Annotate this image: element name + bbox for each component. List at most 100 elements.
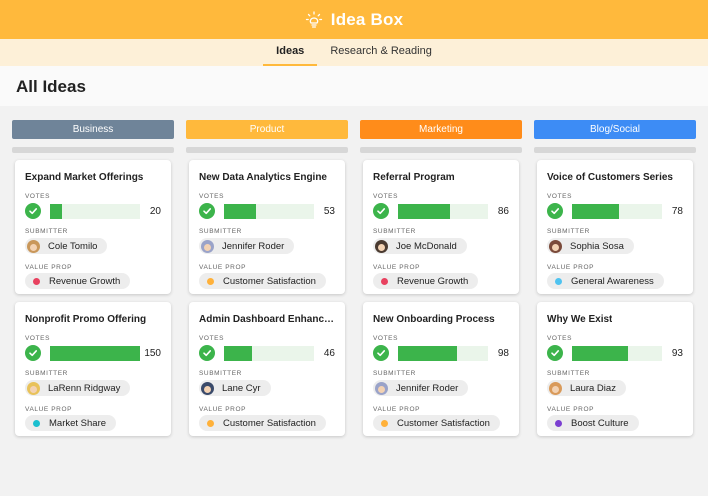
votes-label: VOTES (373, 193, 399, 200)
idea-card[interactable]: Why We Exist VOTES 93 SUBMITTER Laura Diaz VA… (537, 302, 693, 436)
idea-card[interactable]: Referral Program VOTES 86 SUBMITTER Joe McDo… (363, 160, 519, 294)
submitter-label: SUBMITTER (199, 370, 242, 377)
votes-bar-fill (398, 346, 457, 361)
submitter-name: Cole Tomilo (48, 240, 98, 252)
submitter-chip[interactable]: Sophia Sosa (547, 238, 634, 254)
submitter-name: Jennifer Roder (222, 240, 285, 252)
avatar (375, 381, 388, 395)
submitter-chip[interactable]: Jennifer Roder (373, 380, 469, 396)
tab-bar: Ideas Research & Reading (0, 39, 708, 66)
tab-research-reading[interactable]: Research & Reading (317, 39, 445, 66)
value-prop-chip[interactable]: Boost Culture (547, 415, 639, 431)
idea-card[interactable]: Voice of Customers Series VOTES 78 SUBMITTE… (537, 160, 693, 294)
votes-label: VOTES (25, 335, 51, 342)
submitter-name: Laura Diaz (570, 382, 616, 394)
vote-check-icon[interactable] (25, 203, 41, 219)
submitter-chip[interactable]: Joe McDonald (373, 238, 467, 254)
votes-bar (398, 346, 488, 361)
tab-ideas[interactable]: Ideas (263, 39, 318, 66)
votes-label: VOTES (199, 193, 225, 200)
votes-bar-fill (224, 346, 252, 361)
value-prop-label: VALUE PROP (547, 264, 595, 271)
votes-bar (224, 346, 314, 361)
idea-card[interactable]: Nonprofit Promo Offering VOTES 150 SUBMITTE… (15, 302, 171, 436)
value-prop-dot-icon (33, 277, 40, 285)
votes-label: VOTES (199, 335, 225, 342)
votes-count: 150 (144, 348, 161, 359)
idea-card[interactable]: Admin Dashboard Enhancements VOTES 46 SUBMI… (189, 302, 345, 436)
column-header-business[interactable]: Business (12, 120, 174, 139)
value-prop-dot-icon (555, 419, 562, 427)
column-header-marketing[interactable]: Marketing (360, 120, 522, 139)
vote-check-icon[interactable] (199, 203, 215, 219)
lightbulb-icon (305, 10, 322, 28)
votes-bar-fill (572, 346, 628, 361)
votes-count: 20 (149, 206, 161, 217)
submitter-chip[interactable]: Jennifer Roder (199, 238, 295, 254)
value-prop-dot-icon (33, 419, 40, 427)
avatar (201, 239, 214, 253)
vote-check-icon[interactable] (199, 345, 215, 361)
value-prop-label: VALUE PROP (547, 406, 595, 413)
value-prop-label: VALUE PROP (373, 264, 421, 271)
idea-title: Why We Exist (547, 314, 613, 325)
value-prop-text: Customer Satisfaction (223, 417, 316, 429)
submitter-name: Lane Cyr (222, 382, 261, 394)
votes-count: 86 (497, 206, 509, 217)
idea-card[interactable]: Expand Market Offerings VOTES 20 SUBMITTER C… (15, 160, 171, 294)
votes-count: 78 (671, 206, 683, 217)
idea-title: Nonprofit Promo Offering (25, 314, 147, 325)
value-prop-dot-icon (207, 277, 214, 285)
idea-title: New Onboarding Process (373, 314, 495, 325)
vote-check-icon[interactable] (25, 345, 41, 361)
value-prop-label: VALUE PROP (25, 264, 73, 271)
column-divider (360, 147, 522, 153)
vote-check-icon[interactable] (373, 345, 389, 361)
idea-title: Voice of Customers Series (547, 172, 673, 183)
submitter-label: SUBMITTER (25, 228, 68, 235)
avatar (201, 381, 214, 395)
column-divider (534, 147, 696, 153)
value-prop-chip[interactable]: Revenue Growth (25, 273, 131, 289)
value-prop-chip[interactable]: Market Share (25, 415, 117, 431)
page-header (0, 66, 708, 106)
submitter-label: SUBMITTER (199, 228, 242, 235)
value-prop-dot-icon (381, 419, 388, 427)
vote-check-icon[interactable] (547, 345, 563, 361)
value-prop-text: General Awareness (571, 275, 654, 287)
submitter-chip[interactable]: LaRenn Ridgway (25, 380, 131, 396)
value-prop-chip[interactable]: Customer Satisfaction (199, 273, 326, 289)
column-header-blog-social[interactable]: Blog/Social (534, 120, 696, 139)
value-prop-chip[interactable]: Customer Satisfaction (199, 415, 326, 431)
value-prop-dot-icon (555, 277, 562, 285)
submitter-label: SUBMITTER (547, 228, 590, 235)
submitter-name: LaRenn Ridgway (48, 382, 121, 394)
avatar (375, 239, 388, 253)
votes-label: VOTES (373, 335, 399, 342)
votes-count: 53 (323, 206, 335, 217)
submitter-chip[interactable]: Lane Cyr (199, 380, 271, 396)
value-prop-chip[interactable]: Customer Satisfaction (373, 415, 500, 431)
idea-card[interactable]: New Onboarding Process VOTES 98 SUBMITTER Je… (363, 302, 519, 436)
votes-label: VOTES (547, 335, 573, 342)
value-prop-label: VALUE PROP (199, 406, 247, 413)
value-prop-chip[interactable]: Revenue Growth (373, 273, 479, 289)
avatar (549, 381, 562, 395)
submitter-chip[interactable]: Cole Tomilo (25, 238, 108, 254)
value-prop-label: VALUE PROP (25, 406, 73, 413)
votes-label: VOTES (25, 193, 51, 200)
value-prop-dot-icon (207, 419, 214, 427)
value-prop-chip[interactable]: General Awareness (547, 273, 664, 289)
idea-card[interactable]: New Data Analytics Engine VOTES 53 SUBMITTE… (189, 160, 345, 294)
submitter-name: Jennifer Roder (396, 382, 459, 394)
idea-title: Expand Market Offerings (25, 172, 144, 183)
votes-bar-fill (398, 204, 450, 219)
page-title: All Ideas (16, 77, 86, 96)
vote-check-icon[interactable] (547, 203, 563, 219)
column-header-product[interactable]: Product (186, 120, 348, 139)
column-divider (186, 147, 348, 153)
submitter-chip[interactable]: Laura Diaz (547, 380, 626, 396)
column-divider (12, 147, 174, 153)
vote-check-icon[interactable] (373, 203, 389, 219)
value-prop-text: Customer Satisfaction (223, 275, 316, 287)
